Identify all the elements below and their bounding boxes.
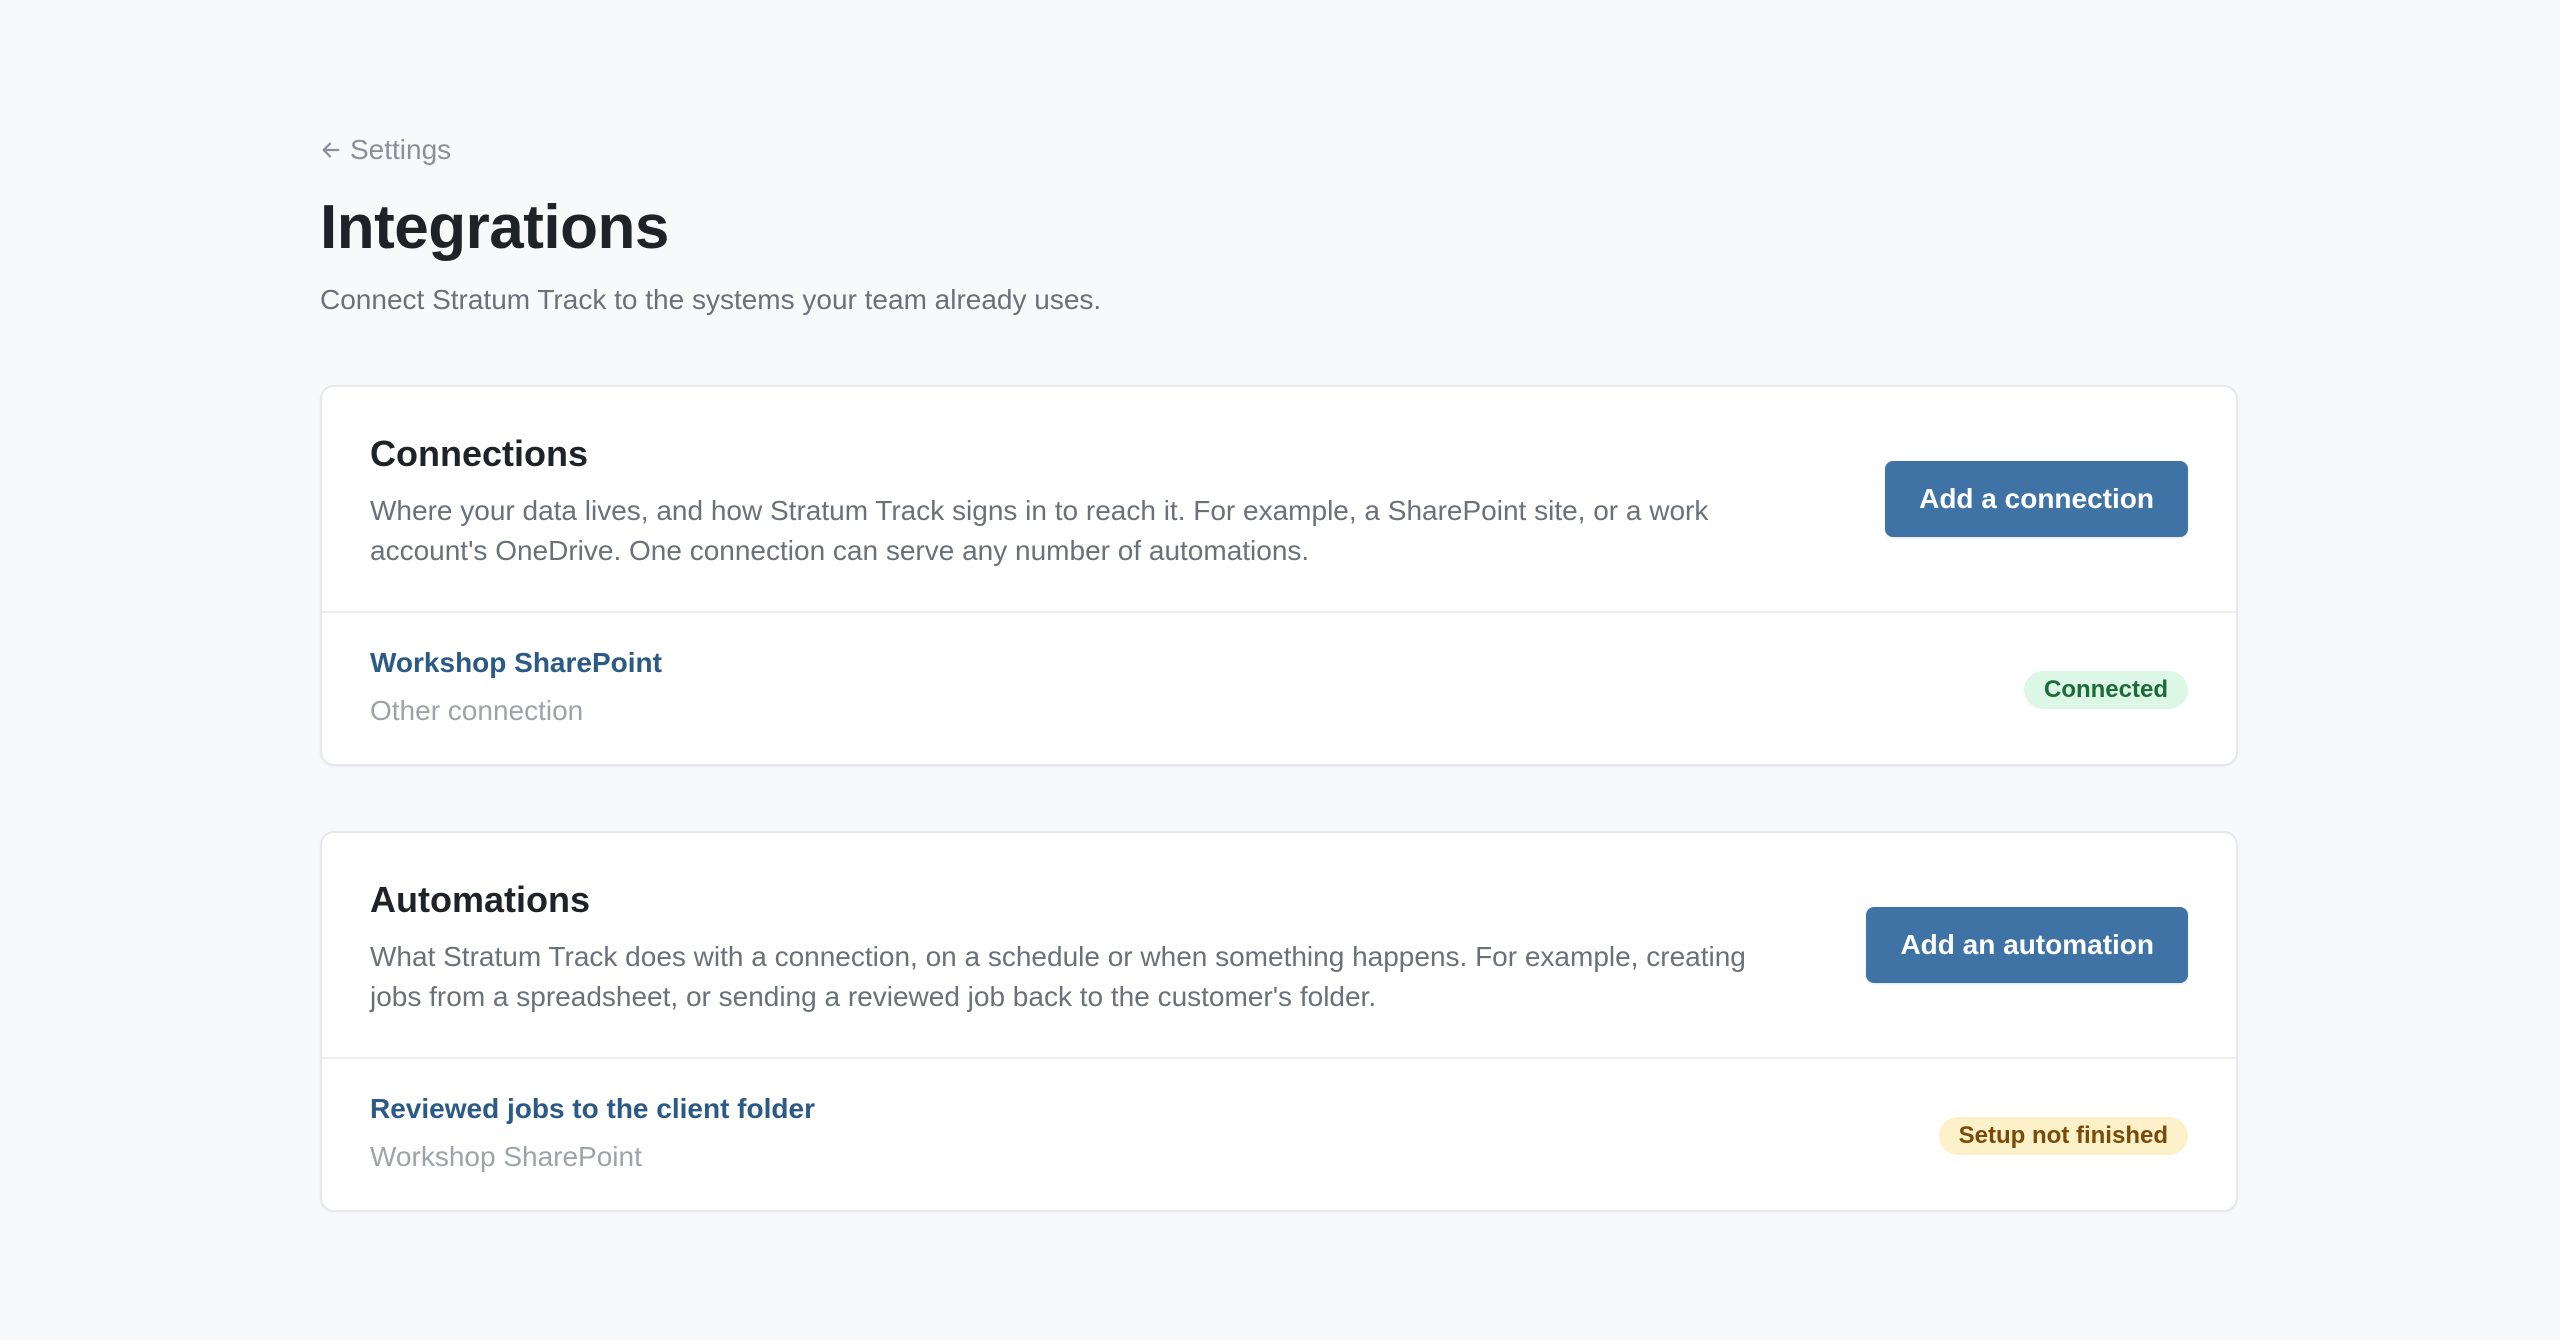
- connection-row[interactable]: Workshop SharePoint Other connection Con…: [322, 613, 2236, 764]
- connections-card: Connections Where your data lives, and h…: [320, 385, 2238, 766]
- connections-description: Where your data lives, and how Stratum T…: [370, 495, 1709, 566]
- connections-title: Connections: [370, 433, 589, 474]
- automation-status-badge: Setup not finished: [1938, 1117, 2188, 1155]
- back-to-settings-link[interactable]: Settings: [320, 134, 451, 166]
- automations-description: What Stratum Track does with a connectio…: [370, 941, 1746, 1012]
- connection-name-link[interactable]: Workshop SharePoint: [370, 647, 662, 679]
- automations-header: Automations What Stratum Track does with…: [322, 833, 2236, 1059]
- back-link-label: Settings: [350, 134, 452, 165]
- connections-header: Connections Where your data lives, and h…: [322, 387, 2236, 613]
- arrow-left-icon: [322, 142, 340, 158]
- automation-connection: Workshop SharePoint: [370, 1141, 642, 1172]
- add-automation-button[interactable]: Add an automation: [1866, 907, 2188, 983]
- connection-status-badge: Connected: [2023, 671, 2188, 709]
- automations-title: Automations: [370, 879, 590, 920]
- automation-name-link[interactable]: Reviewed jobs to the client folder: [370, 1093, 815, 1125]
- page-subtitle: Connect Stratum Track to the systems you…: [320, 284, 1102, 315]
- page-title: Integrations: [320, 193, 669, 262]
- connection-type: Other connection: [370, 695, 584, 726]
- add-connection-button[interactable]: Add a connection: [1885, 461, 2188, 537]
- automations-card: Automations What Stratum Track does with…: [320, 831, 2238, 1212]
- automation-row[interactable]: Reviewed jobs to the client folder Works…: [322, 1059, 2236, 1210]
